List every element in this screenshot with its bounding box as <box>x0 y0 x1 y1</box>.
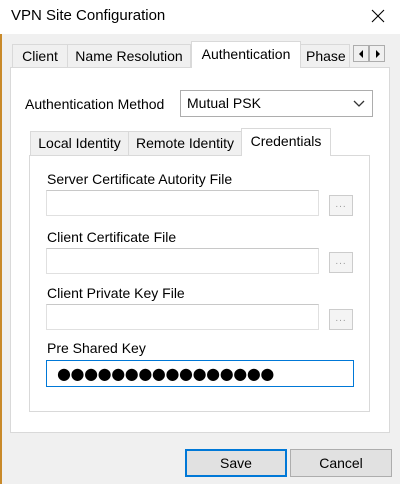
left-arrow-icon <box>359 50 363 58</box>
tab-authentication[interactable]: Authentication <box>191 41 301 68</box>
private-key-input[interactable] <box>46 304 319 330</box>
tab-credentials[interactable]: Credentials <box>241 128 331 156</box>
close-icon <box>371 9 385 23</box>
psk-label: Pre Shared Key <box>47 340 146 356</box>
tab-local-identity[interactable]: Local Identity <box>30 131 129 155</box>
authentication-method-label: Authentication Method <box>25 96 165 112</box>
cancel-button[interactable]: Cancel <box>290 449 392 477</box>
server-cert-label: Server Certificate Autority File <box>47 171 233 187</box>
server-cert-browse-button[interactable]: ... <box>329 195 353 216</box>
tab-scroll-right[interactable] <box>369 45 385 62</box>
right-arrow-icon <box>376 50 380 58</box>
chevron-down-icon <box>353 100 365 107</box>
window-edge <box>0 34 2 484</box>
server-cert-input[interactable] <box>46 190 319 216</box>
psk-input[interactable]: ●●●●●●●●●●●●●●●● <box>46 360 354 387</box>
tab-remote-identity[interactable]: Remote Identity <box>128 131 242 155</box>
tab-phase[interactable]: Phase <box>300 44 350 68</box>
psk-masked-value: ●●●●●●●●●●●●●●●● <box>57 364 274 383</box>
save-button[interactable]: Save <box>185 449 287 477</box>
authentication-method-select[interactable]: Mutual PSK <box>180 90 373 117</box>
client-cert-browse-button[interactable]: ... <box>329 252 353 273</box>
private-key-label: Client Private Key File <box>47 285 185 301</box>
tab-name-resolution[interactable]: Name Resolution <box>67 44 191 68</box>
client-cert-input[interactable] <box>46 248 319 274</box>
title-bar: VPN Site Configuration <box>0 0 400 34</box>
authentication-method-value: Mutual PSK <box>187 95 261 111</box>
close-button[interactable] <box>362 2 394 30</box>
tab-scroll-left[interactable] <box>353 45 369 62</box>
window-title: VPN Site Configuration <box>11 7 166 24</box>
private-key-browse-button[interactable]: ... <box>329 309 353 330</box>
tab-client[interactable]: Client <box>12 44 68 68</box>
client-cert-label: Client Certificate File <box>47 229 177 245</box>
